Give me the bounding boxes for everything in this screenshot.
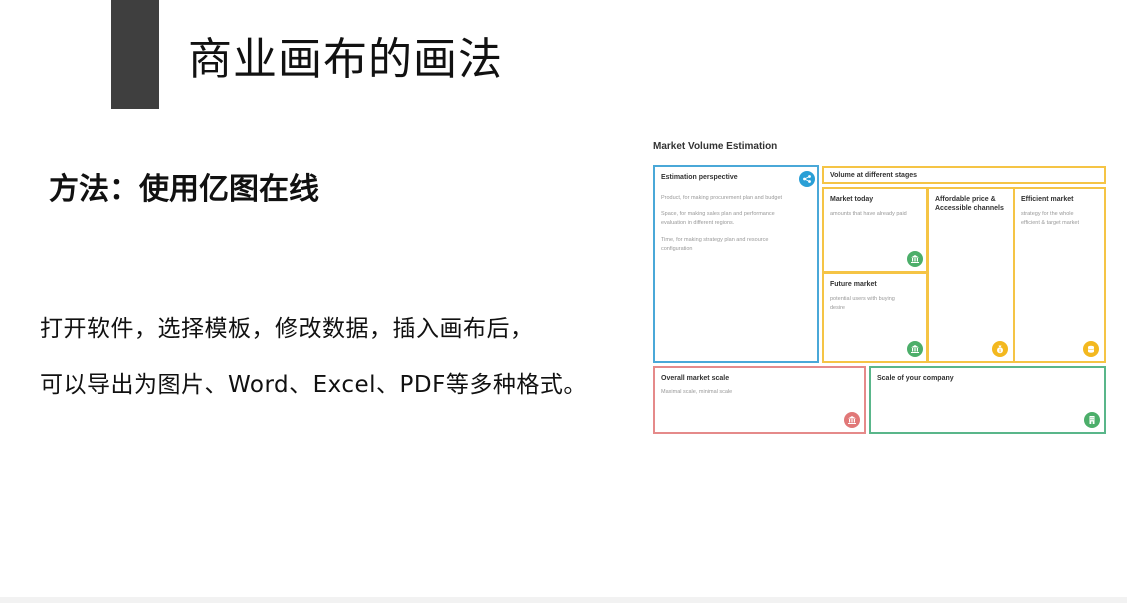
affordable-heading-2: Accessible channels [935,205,1004,212]
volume-stages-box: Volume at different stages [822,166,1106,184]
page-title: 商业画布的画法 [188,34,503,85]
future-market-heading: Future market [830,281,877,288]
body-text-line-1: 打开软件，选择模板，修改数据，插入画布后， [40,316,534,342]
estimation-text-2: Space, for making sales plan and perform… [661,211,775,217]
efficient-heading: Efficient market [1021,196,1074,203]
method-subtitle: 方法：使用亿图在线 [49,172,319,207]
affordable-heading-1: Affordable price & [935,196,996,203]
company-scale-box: Scale of your company [869,366,1106,434]
building-icon [1084,412,1100,428]
title-accent-bar [111,0,159,109]
coins-icon [1083,341,1099,357]
estimation-text-3: evaluation in different regions. [661,220,735,226]
future-market-text-1: potential users with buying [830,296,895,302]
affordable-price-box: Affordable price & Accessible channels $ [927,187,1015,363]
overall-market-scale-box: Overall market scale Maximal scale, mini… [653,366,866,434]
future-market-box: Future market potential users with buyin… [822,272,928,363]
estimation-perspective-box: Estimation perspective Product, for maki… [653,165,819,363]
estimation-text-1: Product, for making procurement plan and… [661,195,783,201]
canvas-title: Market Volume Estimation [653,141,778,152]
future-market-text-2: desire [830,305,845,311]
bank-icon [907,251,923,267]
estimation-heading: Estimation perspective [661,174,738,181]
market-volume-canvas-preview: Market Volume Estimation Estimation pers… [652,140,1107,436]
market-today-heading: Market today [830,196,874,203]
svg-text:$: $ [999,348,1002,353]
estimation-text-4: Time, for making strategy plan and resou… [661,237,769,243]
bank-icon [844,412,860,428]
efficient-market-box: Efficient market strategy for the whole … [1013,187,1106,363]
body-text-line-2: 可以导出为图片、Word、Excel、PDF等多种格式。 [40,372,587,398]
money-bag-icon: $ [992,341,1008,357]
overall-heading: Overall market scale [661,375,730,382]
stages-heading: Volume at different stages [830,172,918,179]
share-icon [799,171,815,187]
estimation-text-5: configuration [661,246,693,252]
market-today-text: amounts that have already paid [830,211,907,217]
market-today-box: Market today amounts that have already p… [822,187,928,273]
efficient-text-1: strategy for the whole [1021,211,1074,217]
efficient-text-2: efficient & target market [1021,220,1079,226]
overall-text: Maximal scale, minimal scale [661,389,733,395]
bank-icon [907,341,923,357]
bottom-strip [0,597,1127,603]
company-heading: Scale of your company [877,375,954,382]
